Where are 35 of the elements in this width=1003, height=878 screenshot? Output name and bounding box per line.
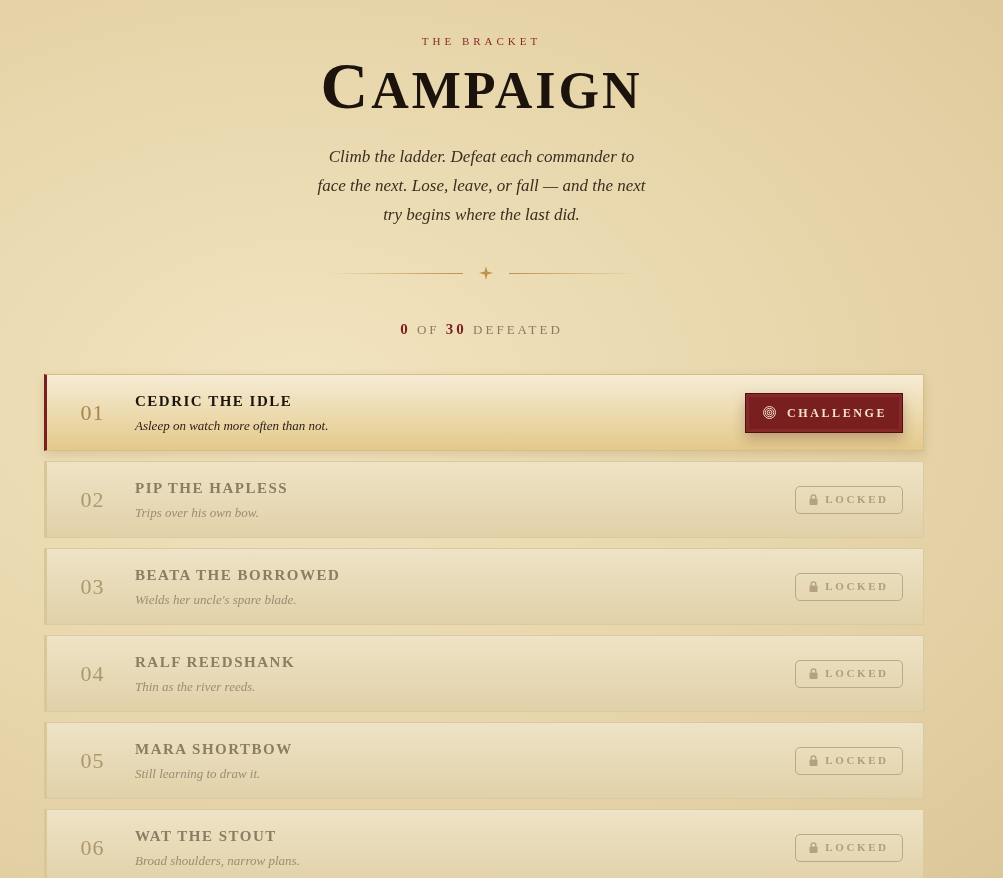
commander-name: WAT THE STOUT [135,826,278,845]
commander-description: Asleep on watch more often than not. [135,417,330,434]
lock-icon [809,581,819,592]
target-icon [763,406,776,419]
commander-name: BEATA THE BORROWED [135,565,342,584]
commander-name: MARA SHORTBOW [135,739,294,758]
rank-number: 05 [79,747,106,774]
rank-number: 01 [79,399,106,426]
locked-badge: LOCKED [795,485,903,514]
rank-number: 06 [79,834,106,861]
lock-icon [809,755,819,766]
lock-icon [809,668,819,679]
sparkle-icon [478,266,493,280]
rank-number: 04 [79,660,106,687]
progress-counter: 0 OF 30 DEFEATED [400,321,563,338]
commander-name: PIP THE HAPLESS [135,478,290,497]
page-title: CAMPAIGN [320,58,643,119]
challenge-button[interactable]: CHALLENGE [745,392,903,433]
commander-description: Still learning to draw it. [135,765,262,782]
lock-icon [809,494,819,505]
rank-number: 03 [79,573,106,600]
commander-description: Thin as the river reeds. [135,678,257,695]
commander-description: Wields her uncle's spare blade. [135,591,298,608]
commander-description: Trips over his own bow. [135,504,260,521]
lock-icon [809,842,819,853]
rank-number: 02 [79,486,106,513]
eyebrow-label: THE BRACKET [421,34,542,48]
locked-badge: LOCKED [795,833,903,862]
commander-description: Broad shoulders, narrow plans. [135,852,301,869]
commander-name: CEDRIC THE IDLE [135,391,294,410]
intro-paragraph: Climb the ladder. Defeat each commander to face the next. Lose, leave, or fall — and the next try begins where the last did. [316,146,647,226]
locked-badge: LOCKED [795,746,903,775]
commander-name: RALF REEDSHANK [135,652,297,671]
locked-badge: LOCKED [795,572,903,601]
locked-badge: LOCKED [795,659,903,688]
